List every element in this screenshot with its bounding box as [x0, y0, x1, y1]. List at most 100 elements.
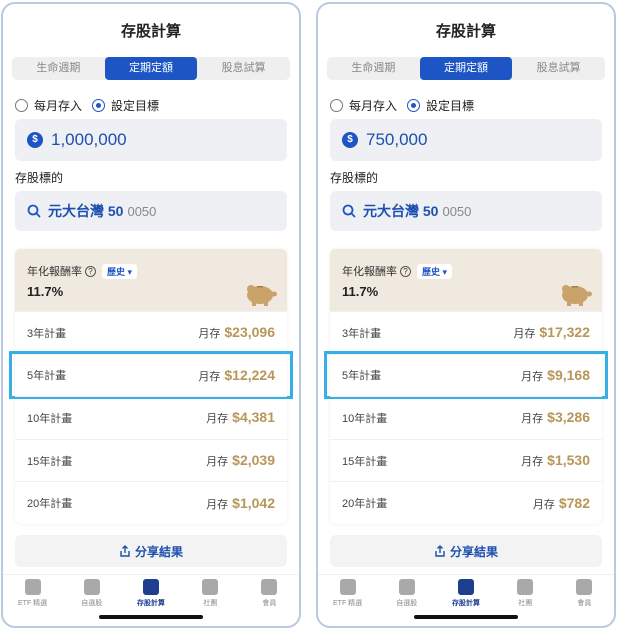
tab-life-cycle[interactable]: 生命週期 — [12, 57, 105, 80]
tab-bar: 生命週期 定期定額 股息試算 — [12, 57, 290, 80]
tab-dividend-calc[interactable]: 股息試算 — [197, 57, 290, 80]
tab-life-cycle[interactable]: 生命週期 — [327, 57, 420, 80]
target-amount-input[interactable]: $ 1,000,000 — [15, 119, 287, 161]
radio-set-target[interactable]: 設定目標 — [407, 97, 474, 114]
nav-label: 社團 — [518, 600, 533, 607]
star-icon — [83, 579, 100, 595]
plan-row-15y: 15年計畫 月存 $1,530 — [330, 438, 602, 482]
nav-member[interactable]: 會員 — [240, 575, 299, 614]
stock-name: 元大台灣 50 — [48, 203, 124, 219]
plan-row-3y: 3年計畫 月存 $23,096 — [15, 311, 287, 354]
rate-header: 年化報酬率 ? 歷史 ▾ 11.7% — [15, 249, 287, 311]
chat-icon — [202, 579, 219, 595]
radio-off-icon — [330, 99, 343, 112]
nav-calculator[interactable]: 存股計算 — [436, 575, 495, 614]
plan-name: 20年計畫 — [27, 498, 73, 511]
chart-icon — [24, 579, 41, 595]
monthly-label: 月存 — [198, 370, 221, 383]
plan-name: 5年計畫 — [342, 370, 382, 383]
radio-on-icon — [407, 99, 421, 112]
nav-label: 自選股 — [81, 600, 103, 607]
stock-label: 存股標的 — [15, 171, 64, 185]
home-indicator — [414, 615, 518, 619]
plan-card: 年化報酬率 ? 歷史 ▾ 11.7% 3年計畫 月存 $17,322 5年計畫 月… — [324, 249, 608, 524]
plan-value: $12,224 — [224, 366, 275, 383]
share-button[interactable]: 分享結果 — [15, 535, 287, 567]
question-icon[interactable]: ? — [85, 265, 96, 277]
plan-value: $782 — [558, 494, 590, 511]
stock-code: 0050 — [442, 203, 472, 219]
dollar-icon: $ — [342, 132, 358, 148]
target-amount-value: 750,000 — [366, 130, 428, 149]
plan-value: $9,168 — [547, 366, 590, 383]
user-icon — [576, 579, 593, 595]
monthly-label: 月存 — [206, 413, 229, 426]
nav-label: 自選股 — [396, 600, 418, 607]
nav-watchlist[interactable]: 自選股 — [377, 575, 436, 614]
question-icon[interactable]: ? — [400, 265, 411, 277]
plan-value: $2,039 — [232, 452, 275, 469]
radio-label: 設定目標 — [426, 99, 475, 113]
share-icon — [435, 545, 445, 557]
mode-radio-group: 每月存入 設定目標 — [330, 97, 484, 114]
dollar-icon: $ — [27, 132, 43, 148]
plan-name: 15年計畫 — [27, 455, 73, 468]
radio-off-icon — [15, 99, 28, 112]
user-icon — [261, 579, 278, 595]
stock-selector[interactable]: 元大台灣 50 0050 — [15, 191, 287, 231]
history-dropdown[interactable]: 歷史 ▾ — [102, 263, 138, 279]
stock-name: 元大台灣 50 — [363, 203, 439, 219]
plan-row-15y: 15年計畫 月存 $2,039 — [15, 438, 287, 482]
nav-label: 存股計算 — [452, 600, 480, 607]
plan-name: 3年計畫 — [342, 327, 382, 340]
radio-monthly-deposit[interactable]: 每月存入 — [330, 97, 397, 114]
monthly-label: 月存 — [206, 498, 229, 511]
page-title: 存股計算 — [435, 23, 496, 40]
nav-community[interactable]: 社團 — [496, 575, 555, 614]
nav-etf[interactable]: ETF 精選 — [3, 575, 62, 614]
chat-icon — [517, 579, 534, 595]
tab-fixed-amount[interactable]: 定期定額 — [104, 57, 198, 80]
radio-monthly-deposit[interactable]: 每月存入 — [15, 97, 82, 114]
phone-screen-right: 存股計算 生命週期 定期定額 股息試算 每月存入 設定目標 $ 750,000 … — [316, 2, 616, 628]
plan-value: $1,530 — [547, 452, 590, 469]
plan-row-20y: 20年計畫 月存 $1,042 — [15, 481, 287, 524]
tab-bar: 生命週期 定期定額 股息試算 — [327, 57, 605, 80]
nav-calculator[interactable]: 存股計算 — [121, 575, 180, 614]
plan-value: $3,286 — [547, 409, 590, 426]
plan-name: 5年計畫 — [27, 370, 67, 383]
nav-member[interactable]: 會員 — [555, 575, 614, 614]
nav-label: 會員 — [577, 600, 592, 607]
piggy-bank-icon — [247, 285, 277, 306]
search-icon — [342, 204, 356, 218]
chart-icon — [339, 579, 356, 595]
radio-set-target[interactable]: 設定目標 — [92, 97, 159, 114]
nav-label: ETF 精選 — [18, 600, 48, 607]
tab-dividend-calc[interactable]: 股息試算 — [512, 57, 605, 80]
rate-header: 年化報酬率 ? 歷史 ▾ 11.7% — [330, 249, 602, 311]
share-button[interactable]: 分享結果 — [330, 535, 602, 567]
plan-row-3y: 3年計畫 月存 $17,322 — [330, 311, 602, 354]
monthly-label: 月存 — [521, 413, 544, 426]
percent-icon — [143, 579, 159, 595]
plan-value: $17,322 — [539, 324, 590, 341]
nav-label: ETF 精選 — [333, 600, 363, 607]
nav-community[interactable]: 社團 — [181, 575, 240, 614]
share-label: 分享結果 — [449, 544, 498, 559]
plan-value: $4,381 — [232, 409, 275, 426]
target-amount-input[interactable]: $ 750,000 — [330, 119, 602, 161]
nav-etf[interactable]: ETF 精選 — [318, 575, 377, 614]
stock-selector[interactable]: 元大台灣 50 0050 — [330, 191, 602, 231]
nav-label: 存股計算 — [137, 600, 165, 607]
monthly-label: 月存 — [521, 456, 544, 469]
monthly-label: 月存 — [513, 328, 536, 341]
history-dropdown[interactable]: 歷史 ▾ — [417, 263, 453, 279]
search-icon — [27, 204, 41, 218]
radio-label: 設定目標 — [111, 99, 160, 113]
nav-watchlist[interactable]: 自選股 — [62, 575, 121, 614]
rate-label: 年化報酬率 — [27, 266, 82, 278]
nav-label: 會員 — [262, 600, 277, 607]
tab-fixed-amount[interactable]: 定期定額 — [419, 57, 513, 80]
stock-code: 0050 — [127, 203, 157, 219]
page-title: 存股計算 — [120, 23, 181, 40]
